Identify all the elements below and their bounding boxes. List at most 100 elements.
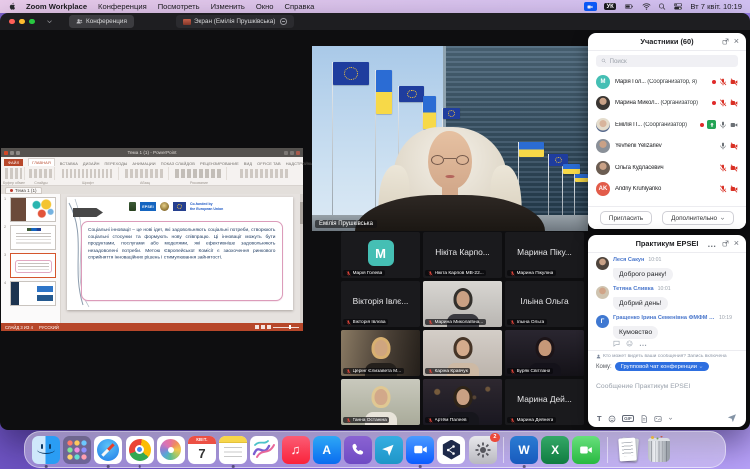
camera-off-icon[interactable] — [730, 142, 738, 150]
mic-muted-icon[interactable] — [719, 78, 727, 86]
dock-share-app-icon[interactable] — [437, 436, 465, 464]
dock-trash-icon[interactable] — [645, 436, 673, 464]
close-icon[interactable]: × — [734, 239, 739, 248]
video-tile[interactable]: Марина Піку... Марина Пікуліна — [505, 232, 584, 278]
video-tile[interactable]: Марина Дей... Марина Дейнега — [505, 379, 584, 425]
video-tile[interactable]: Церінг Єлизавета М... — [341, 330, 420, 376]
dock-system-settings-icon[interactable]: 2 — [469, 436, 497, 464]
camera-on-icon[interactable] — [730, 121, 738, 129]
apple-menu-icon[interactable] — [8, 2, 17, 11]
popout-icon[interactable] — [722, 38, 729, 45]
video-tile[interactable]: Марина Миколаївна... — [423, 281, 502, 327]
slide-body-text: Соціальні інновації – це нові ідеї, які … — [88, 226, 275, 260]
participant-row[interactable]: Ольга Кудласевич — [588, 157, 746, 179]
menu-app-name[interactable]: Zoom Workplace — [26, 2, 87, 11]
dock-telegram-icon[interactable] — [375, 436, 403, 464]
dock-chrome-icon[interactable] — [126, 436, 154, 464]
menu-item-help[interactable]: Справка — [285, 2, 315, 11]
avatar — [596, 161, 610, 175]
spotlight-search-icon[interactable] — [658, 2, 666, 11]
chevron-down-icon[interactable] — [668, 416, 673, 421]
ukraine-flag — [563, 164, 580, 174]
participant-row[interactable]: M Марія Гол... (Соорганизатор, я) — [588, 71, 746, 93]
minimize-window-button[interactable] — [19, 19, 25, 25]
camera-off-icon[interactable] — [730, 99, 738, 107]
avatar — [596, 96, 610, 110]
format-text-icon[interactable]: T — [597, 414, 602, 423]
keyboard-layout-badge[interactable]: УК — [604, 3, 616, 10]
mic-muted-icon[interactable] — [719, 99, 727, 107]
message-bubble: Кумовство — [613, 326, 658, 339]
camera-off-icon[interactable] — [730, 164, 738, 172]
mic-muted-icon — [346, 369, 351, 374]
emoji-icon[interactable] — [608, 415, 616, 423]
dock-word-icon[interactable]: W — [510, 436, 538, 464]
participant-row[interactable]: AK Andriy Kruhlyanko — [588, 179, 746, 201]
invite-button[interactable]: Пригласить — [600, 211, 652, 225]
video-tile[interactable]: Буряк Світлана — [505, 330, 584, 376]
video-tile[interactable]: Вікторія Івлє... Вікторія Івлєва — [341, 281, 420, 327]
dock-freeform-icon[interactable] — [250, 436, 278, 464]
participants-search[interactable] — [596, 55, 738, 67]
dock-photos-icon[interactable] — [157, 436, 185, 464]
avatar: AK — [596, 182, 610, 196]
dock-documents-stack-icon[interactable] — [614, 436, 642, 464]
popout-icon[interactable] — [722, 240, 729, 247]
send-button[interactable] — [727, 410, 737, 428]
fullscreen-window-button[interactable] — [29, 19, 35, 25]
eu-flag — [399, 86, 424, 102]
video-tile[interactable]: M Марія Голева — [341, 232, 420, 278]
video-tile[interactable]: Ганна Останіна — [341, 379, 420, 425]
dock-safari-icon[interactable] — [94, 436, 122, 464]
zoom-meeting-status-icon[interactable] — [584, 2, 597, 11]
close-window-button[interactable] — [9, 19, 15, 25]
attach-file-icon[interactable] — [640, 415, 648, 423]
screenshot-icon[interactable] — [654, 415, 662, 423]
mic-on-icon[interactable] — [719, 142, 727, 150]
menu-item-conference[interactable]: Конференция — [98, 2, 147, 11]
tab-conference[interactable]: Конференция — [69, 15, 134, 28]
tab-shared-screen[interactable]: Экран (Емілія Прушківська) — [176, 15, 294, 28]
battery-icon[interactable] — [623, 2, 635, 11]
recipient-selector[interactable]: Групповой чат конференции — [615, 362, 709, 371]
chevron-down-icon[interactable] — [46, 18, 53, 25]
dock-music-icon[interactable]: ♫ — [282, 436, 310, 464]
close-icon[interactable]: × — [734, 37, 739, 46]
participant-row[interactable]: Yevhenii Yelizariev — [588, 136, 746, 158]
dock-calendar-icon[interactable]: КВІТ.7 — [188, 436, 216, 464]
dock-viber-icon[interactable] — [344, 436, 372, 464]
menu-item-view[interactable]: Посмотреть — [158, 2, 200, 11]
control-center-icon[interactable] — [673, 2, 683, 11]
mic-muted-icon[interactable] — [719, 164, 727, 172]
dock-launchpad-icon[interactable] — [63, 436, 91, 464]
dock-app-store-icon[interactable]: A — [313, 436, 341, 464]
reply-icon[interactable] — [613, 340, 620, 347]
video-tile[interactable]: Каріна Кравчук — [423, 330, 502, 376]
emoji-reaction-icon[interactable] — [626, 340, 633, 347]
dock-zoom-icon[interactable] — [406, 436, 434, 464]
mic-muted-icon[interactable] — [719, 185, 727, 193]
video-tile[interactable]: Артём Палеев — [423, 379, 502, 425]
chat-message-input[interactable] — [596, 383, 738, 390]
minimize-share-icon[interactable] — [280, 18, 287, 25]
menu-bar-clock[interactable]: Вт 7 квіт. 10:19 — [690, 2, 742, 11]
participant-row[interactable]: Марина Микол... (Организатор) — [588, 93, 746, 115]
dock-notes-icon[interactable] — [219, 436, 247, 464]
menu-item-edit[interactable]: Изменить — [211, 2, 245, 11]
wifi-icon[interactable] — [642, 2, 651, 11]
dock-excel-icon[interactable]: X — [541, 436, 569, 464]
video-tile[interactable]: Ільіна Ольга Ільіна Ольга — [505, 281, 584, 327]
participant-row[interactable]: Емілія П... (Соорганизатор) — [588, 114, 746, 136]
participants-panel: Участники (60) × M Марія Гол... (Соорган… — [588, 33, 746, 229]
more-options-button[interactable]: Дополнительно — [662, 211, 734, 225]
search-input[interactable] — [610, 58, 734, 65]
dock-finder-icon[interactable] — [32, 436, 60, 464]
mic-on-icon[interactable] — [719, 121, 727, 129]
video-tile[interactable]: Нікіта Карпо... Нікіта Карпов МВ-22... — [423, 232, 502, 278]
menu-item-window[interactable]: Окно — [256, 2, 274, 11]
camera-off-icon[interactable] — [730, 78, 738, 86]
slide-arrow-shape — [73, 208, 103, 217]
dock-facetime-icon[interactable] — [572, 436, 600, 464]
camera-off-icon[interactable] — [730, 185, 738, 193]
gif-icon[interactable]: GIF — [622, 415, 635, 422]
